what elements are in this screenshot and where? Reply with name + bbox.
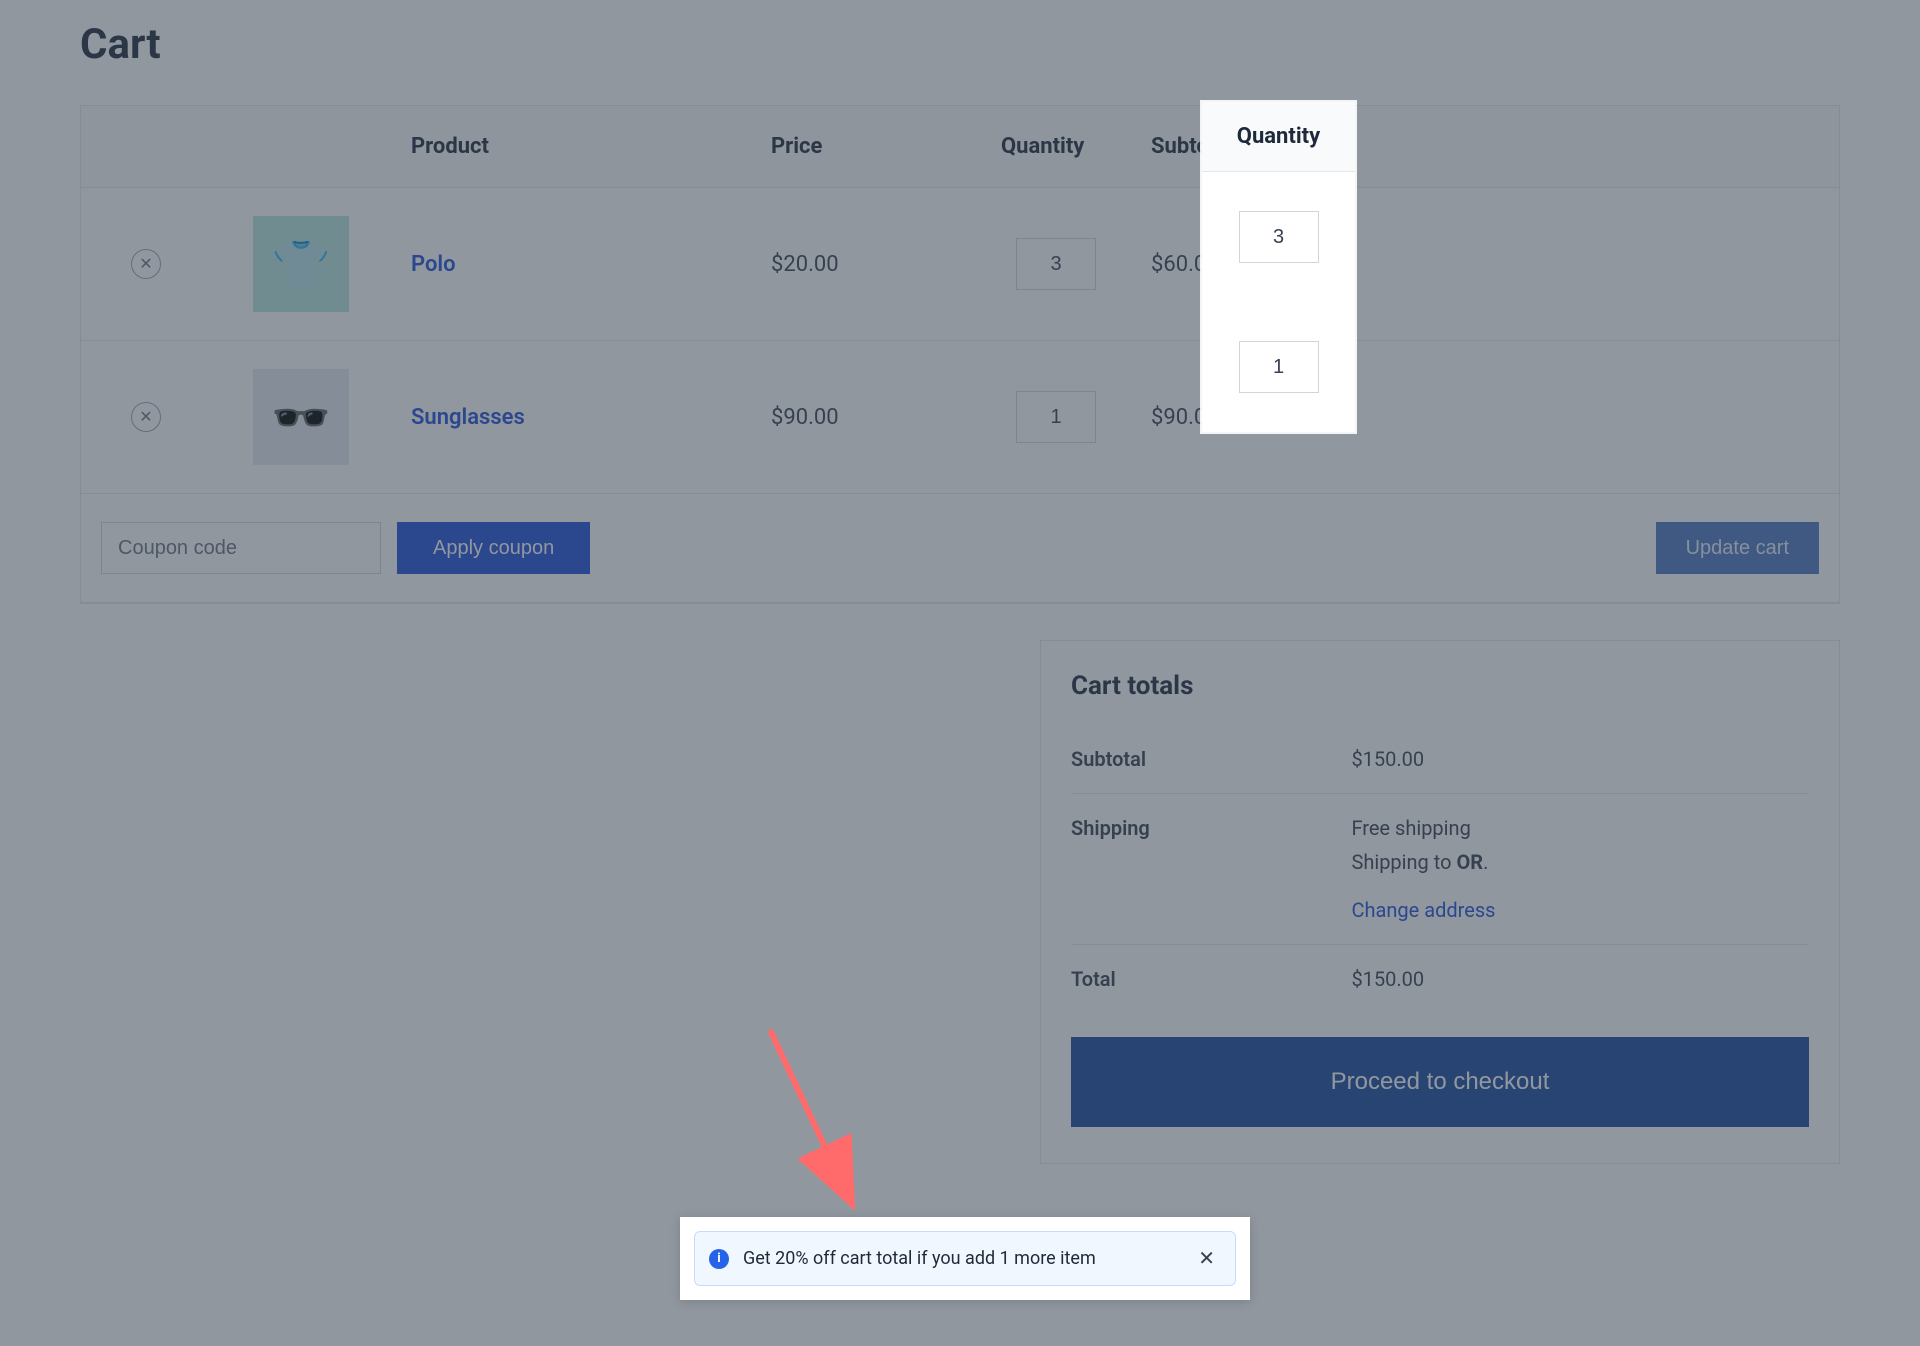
quantity-column-highlight: Quantity [1202, 102, 1355, 432]
cart-page: Cart Product Price Quantity Subtotal ✕ [0, 0, 1920, 1224]
column-header-quantity: Quantity [981, 106, 1131, 188]
quantity-stepper[interactable] [1016, 238, 1096, 290]
close-icon: ✕ [1198, 1248, 1215, 1270]
product-link[interactable]: Polo [411, 252, 456, 277]
total-label: Total [1071, 967, 1351, 991]
promo-notice-text: Get 20% off cart total if you add 1 more… [743, 1248, 1178, 1269]
column-header-quantity: Quantity [1202, 102, 1355, 172]
remove-item-button[interactable]: ✕ [131, 249, 161, 279]
cart-table-container: Product Price Quantity Subtotal ✕ 👕 [80, 105, 1840, 604]
quantity-stepper[interactable] [1016, 391, 1096, 443]
item-price: $90.00 [751, 341, 981, 494]
table-row: ✕ 🕶️ Sunglasses $90.00 $90.00 [81, 341, 1839, 494]
product-thumbnail[interactable]: 🕶️ [253, 369, 349, 465]
table-row: ✕ 👕 Polo $20.00 $60.00 [81, 188, 1839, 341]
product-thumbnail[interactable]: 👕 [253, 216, 349, 312]
total-value: $150.00 [1351, 967, 1809, 991]
page-title: Cart [80, 20, 1840, 69]
product-link[interactable]: Sunglasses [411, 405, 525, 430]
change-address-link[interactable]: Change address [1351, 898, 1495, 922]
coupon-code-input[interactable] [101, 522, 381, 574]
subtotal-value: $150.00 [1351, 747, 1809, 771]
promo-notice: i Get 20% off cart total if you add 1 mo… [680, 1217, 1250, 1300]
dismiss-notice-button[interactable]: ✕ [1192, 1244, 1221, 1273]
apply-coupon-button[interactable]: Apply coupon [397, 522, 590, 574]
close-icon: ✕ [139, 409, 152, 425]
remove-item-button[interactable]: ✕ [131, 402, 161, 432]
subtotal-label: Subtotal [1071, 747, 1351, 771]
cart-actions-row: Apply coupon Update cart [81, 494, 1839, 603]
shipping-method: Free shipping [1351, 816, 1809, 840]
info-icon: i [709, 1249, 729, 1269]
cart-totals-panel: Cart totals Subtotal $150.00 Shipping Fr… [1040, 640, 1840, 1164]
cart-totals-title: Cart totals [1071, 671, 1809, 701]
item-price: $20.00 [751, 188, 981, 341]
shipping-label: Shipping [1071, 816, 1351, 840]
close-icon: ✕ [139, 256, 152, 272]
cart-table: Product Price Quantity Subtotal ✕ 👕 [81, 106, 1839, 603]
update-cart-button[interactable]: Update cart [1656, 522, 1819, 574]
proceed-to-checkout-button[interactable]: Proceed to checkout [1071, 1037, 1809, 1127]
quantity-stepper[interactable] [1239, 211, 1319, 263]
shipping-destination: Shipping to OR. [1351, 850, 1809, 874]
column-header-price: Price [751, 106, 981, 188]
quantity-stepper[interactable] [1239, 341, 1319, 393]
column-header-product: Product [391, 106, 751, 188]
